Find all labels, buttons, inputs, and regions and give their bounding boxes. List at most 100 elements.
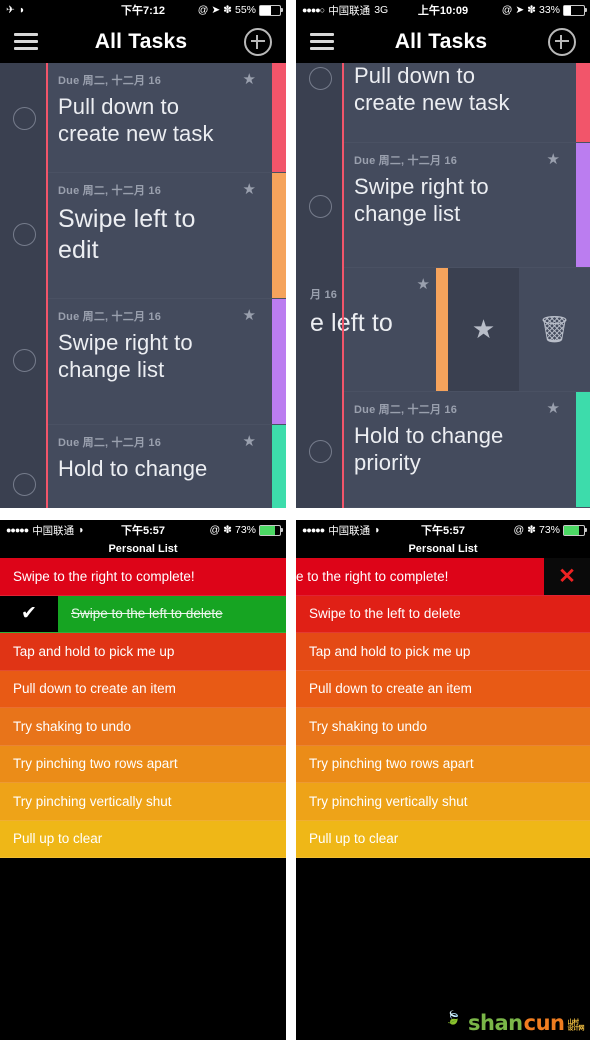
bluetooth-icon: ✽ bbox=[527, 4, 536, 16]
task-checkbox[interactable] bbox=[309, 195, 332, 218]
star-icon[interactable]: ★ bbox=[547, 401, 560, 416]
item-list: Swipe to the right to complete! ✔ Swipe … bbox=[0, 558, 286, 1040]
task-checkbox[interactable] bbox=[13, 473, 36, 496]
list-item[interactable]: Tap and hold to pick me up bbox=[0, 633, 286, 671]
list-item[interactable]: Pull up to clear bbox=[0, 820, 286, 858]
hamburger-icon[interactable] bbox=[310, 33, 334, 50]
task-checkbox[interactable] bbox=[13, 349, 36, 372]
alarm-icon: @ bbox=[197, 4, 209, 16]
screenshot-grid: ✈ ◗ 下午7:12 @ ➤ ✽ 55% All Tasks Due 周二, 十… bbox=[0, 0, 590, 1040]
task-checkbox[interactable] bbox=[13, 107, 36, 130]
panel-top-left: ✈ ◗ 下午7:12 @ ➤ ✽ 55% All Tasks Due 周二, 十… bbox=[0, 0, 286, 508]
watermark-part2: cun bbox=[523, 1011, 565, 1035]
item-label: Swipe to the right to complete! bbox=[13, 568, 195, 584]
page-title: All Tasks bbox=[394, 29, 488, 53]
alarm-icon: @ bbox=[209, 524, 221, 536]
item-label: Try shaking to undo bbox=[13, 718, 132, 734]
list-item-swiped[interactable]: e to the right to complete! ✕ bbox=[296, 558, 590, 596]
status-bar: ●●●●○ 中国联通 3G 上午10:09 @ ➤ ✽ 33% bbox=[296, 0, 590, 20]
trash-icon-action[interactable]: 🗑 bbox=[519, 268, 590, 391]
bluetooth-icon: ✽ bbox=[223, 4, 232, 16]
item-label: Swipe to the left to delete bbox=[71, 606, 223, 622]
task-due-date: Due 周二, 十二月 16 bbox=[354, 404, 458, 416]
location-icon: ➤ bbox=[211, 4, 221, 16]
plus-circle-icon[interactable] bbox=[244, 27, 272, 56]
star-icon[interactable]: ★ bbox=[547, 152, 560, 167]
star-icon[interactable]: ★ bbox=[243, 308, 256, 323]
location-icon: ➤ bbox=[515, 4, 525, 16]
priority-stripe bbox=[576, 63, 590, 142]
battery-icon bbox=[259, 524, 283, 536]
priority-stripe bbox=[272, 299, 286, 424]
status-bar: ✈ ◗ 下午7:12 @ ➤ ✽ 55% bbox=[0, 0, 286, 20]
item-label: e to the right to complete! bbox=[296, 568, 449, 584]
task-due-date: Due 周二, 十二月 16 bbox=[354, 155, 458, 167]
battery-icon bbox=[259, 4, 283, 16]
alarm-icon: @ bbox=[501, 4, 513, 16]
list-item[interactable]: Try pinching two rows apart bbox=[0, 745, 286, 783]
list-item[interactable]: Try pinching vertically shut bbox=[0, 783, 286, 821]
task-title: Hold to change priority bbox=[354, 423, 504, 475]
star-icon[interactable]: ★ bbox=[243, 434, 256, 449]
list-item[interactable]: Swipe to the right to complete! bbox=[0, 558, 286, 596]
leaf-icon: 🍃 bbox=[445, 1011, 462, 1026]
list-item[interactable]: Try shaking to undo bbox=[0, 708, 286, 746]
item-list: e to the right to complete! ✕ Swipe to t… bbox=[296, 558, 590, 1040]
task-title: Swipe left to edit bbox=[58, 205, 196, 264]
list-color-line bbox=[46, 63, 48, 508]
task-checkbox[interactable] bbox=[309, 440, 332, 463]
status-bar: ●●●●● 中国联通 ◗ 下午5:57 @ ✽ 73% bbox=[296, 520, 590, 540]
watermark-tag: 山村 设计网 bbox=[567, 1020, 584, 1032]
bluetooth-icon: ✽ bbox=[527, 524, 536, 536]
priority-stripe bbox=[576, 143, 590, 267]
item-label: Try pinching vertically shut bbox=[309, 793, 468, 809]
item-label: Try pinching two rows apart bbox=[309, 756, 474, 772]
item-label: Tap and hold to pick me up bbox=[13, 643, 175, 659]
list-item[interactable]: Pull up to clear bbox=[296, 820, 590, 858]
watermark-logo: 🍃 shan cun 山村 设计网 bbox=[445, 1011, 584, 1035]
star-icon[interactable]: ★ bbox=[243, 72, 256, 87]
priority-stripe bbox=[272, 63, 286, 172]
list-item[interactable]: Pull down to create an item bbox=[0, 670, 286, 708]
list-item[interactable]: Pull down to create an item bbox=[296, 670, 590, 708]
battery-percent: 33% bbox=[538, 4, 560, 16]
item-label: Pull up to clear bbox=[13, 831, 103, 847]
list-color-line bbox=[342, 63, 344, 508]
task-checkbox[interactable] bbox=[13, 223, 36, 246]
task-due-date: Due 周二, 十二月 16 bbox=[58, 311, 162, 323]
list-item[interactable]: Try pinching vertically shut bbox=[296, 783, 590, 821]
nav-bar: All Tasks bbox=[296, 20, 590, 63]
battery-icon bbox=[563, 524, 587, 536]
task-title: Hold to change bbox=[58, 456, 208, 481]
list-item[interactable]: Try shaking to undo bbox=[296, 708, 590, 746]
list-item[interactable]: Swipe to the left to delete bbox=[296, 595, 590, 633]
item-label: Try pinching two rows apart bbox=[13, 756, 178, 772]
list-item[interactable]: Try pinching two rows apart bbox=[296, 745, 590, 783]
page-title: Personal List bbox=[296, 540, 590, 558]
status-right: @ ✽ 73% bbox=[514, 524, 587, 536]
star-icon[interactable]: ★ bbox=[243, 182, 256, 197]
item-label: Pull down to create an item bbox=[13, 681, 176, 697]
delete-icon[interactable]: ✕ bbox=[544, 558, 590, 595]
list-item-completed[interactable]: ✔ Swipe to the left to delete bbox=[0, 595, 286, 633]
battery-percent: 73% bbox=[234, 524, 256, 536]
task-checkbox[interactable] bbox=[309, 67, 332, 90]
bluetooth-icon: ✽ bbox=[223, 524, 232, 536]
page-title: All Tasks bbox=[94, 29, 188, 53]
check-icon[interactable]: ✔ bbox=[0, 595, 58, 632]
task-due-date: Due 周二, 十二月 16 bbox=[58, 75, 162, 87]
hamburger-icon[interactable] bbox=[14, 33, 38, 50]
list-item[interactable]: Tap and hold to pick me up bbox=[296, 633, 590, 671]
task-due-date: Due 周二, 十二月 16 bbox=[58, 185, 162, 197]
item-label: Swipe to the left to delete bbox=[309, 606, 461, 622]
plus-circle-icon[interactable] bbox=[548, 27, 576, 56]
swipe-handle[interactable] bbox=[436, 268, 448, 391]
task-title: Swipe right to change list bbox=[58, 330, 193, 382]
priority-stripe bbox=[272, 173, 286, 298]
task-title: Pull down to create new task bbox=[58, 94, 214, 146]
task-title: Pull down to create new task bbox=[354, 63, 510, 115]
panel-top-right: ●●●●○ 中国联通 3G 上午10:09 @ ➤ ✽ 33% All Task… bbox=[296, 0, 590, 508]
priority-stripe bbox=[576, 392, 590, 507]
star-icon-action[interactable]: ★ bbox=[448, 268, 519, 391]
panel-bottom-right: ●●●●● 中国联通 ◗ 下午5:57 @ ✽ 73% Personal Lis… bbox=[296, 520, 590, 1040]
